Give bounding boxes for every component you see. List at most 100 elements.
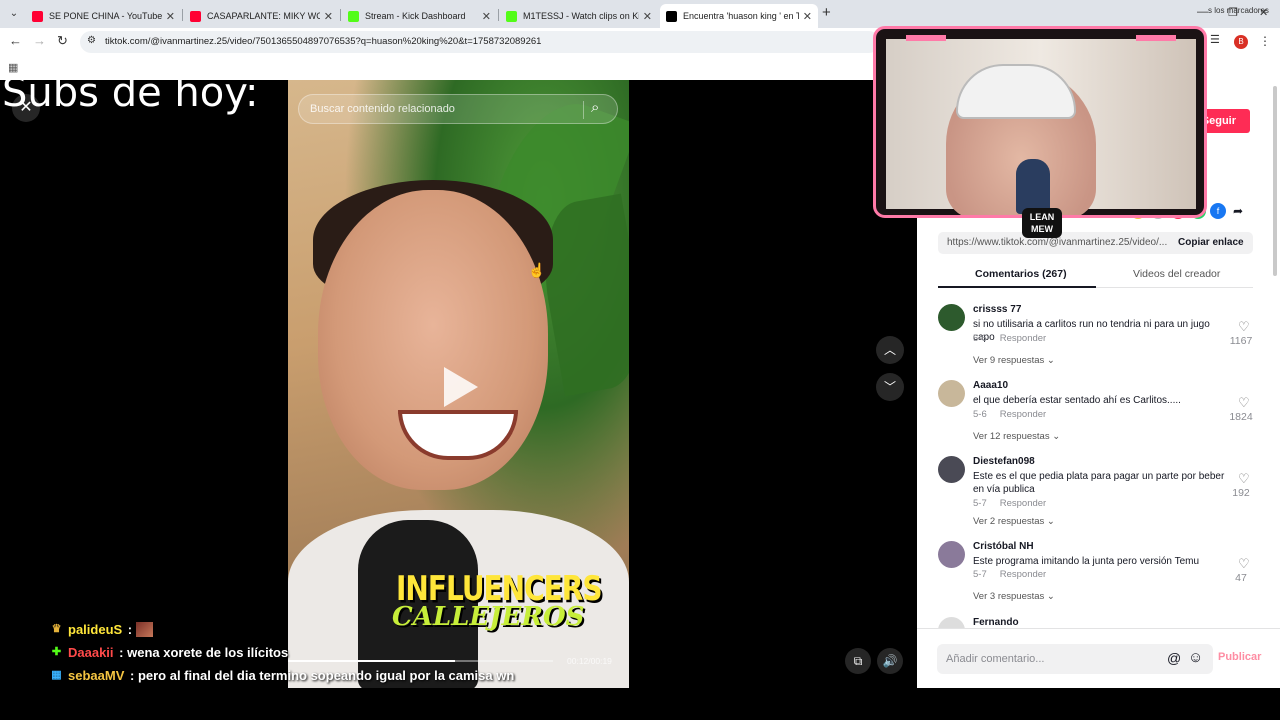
copy-link-button[interactable]: Copiar enlace: [1178, 237, 1244, 248]
comment-author[interactable]: Cristóbal NH: [973, 541, 1034, 552]
view-replies-button[interactable]: Ver 3 respuestas ⌄: [973, 591, 1055, 602]
stream-subs-overlay: Subs de hoy:: [2, 70, 259, 116]
tab-youtube-1[interactable]: SE PONE CHINA - YouTube ✕: [26, 4, 181, 28]
reply-button[interactable]: Responder: [1000, 409, 1046, 420]
reply-button[interactable]: Responder: [1000, 569, 1046, 580]
like-count: 192: [1232, 487, 1250, 499]
crown-badge-icon: ♛: [51, 623, 62, 635]
tab-creator-videos[interactable]: Videos del creador: [1133, 268, 1220, 280]
comment-author[interactable]: Fernando: [973, 617, 1019, 628]
heart-icon[interactable]: ♡: [1238, 471, 1250, 487]
view-replies-label: Ver 12 respuestas: [973, 431, 1050, 442]
tiktok-icon: [666, 10, 677, 22]
view-replies-button[interactable]: Ver 9 respuestas ⌄: [973, 355, 1055, 366]
video-player[interactable]: Buscar contenido relacionado ⌕ INFLUENCE…: [288, 80, 629, 688]
tab-title: CASAPARLANTE: MIKY WOODZ: [207, 11, 320, 21]
forward-share-icon[interactable]: ➦: [1230, 203, 1246, 219]
reply-button[interactable]: Responder: [1000, 333, 1046, 344]
webcam-overlay: [873, 26, 1207, 218]
mouse-cursor-icon: ☝: [528, 262, 546, 278]
tab-title: M1TESSJ - Watch clips on Kick: [523, 11, 639, 21]
emoji-icon[interactable]: ☺: [1188, 649, 1203, 666]
comment-input[interactable]: Añadir comentario... @ ☺: [937, 644, 1213, 674]
comment-text: el que debería estar sentado ahí es Carl…: [973, 395, 1181, 406]
tab-youtube-2[interactable]: CASAPARLANTE: MIKY WOODZ ✕: [184, 4, 339, 28]
tab-kick-clips[interactable]: M1TESSJ - Watch clips on Kick ✕: [500, 4, 658, 28]
avatar[interactable]: [938, 304, 965, 331]
heart-icon[interactable]: ♡: [1238, 319, 1250, 335]
active-tab-underline: [938, 286, 1096, 288]
previous-video-icon[interactable]: ︿: [876, 336, 904, 364]
profile-avatar[interactable]: B: [1234, 35, 1248, 49]
emote-icon: [136, 622, 154, 637]
tab-comments[interactable]: Comentarios (267): [975, 268, 1067, 280]
reply-button[interactable]: Responder: [1000, 498, 1046, 509]
new-tab-button[interactable]: +: [822, 4, 831, 21]
minimize-icon[interactable]: —: [1197, 6, 1208, 18]
comment-item: Diestefan098 Este es el que pedia plata …: [938, 456, 1258, 536]
heart-icon[interactable]: ♡: [1238, 556, 1250, 572]
tab-title: Encuentra 'huason king ' en Tik: [683, 11, 799, 21]
webcam-frame-decor: [906, 35, 946, 41]
volume-icon[interactable]: 🔊: [877, 648, 903, 674]
close-tab-icon[interactable]: ✕: [643, 10, 652, 23]
extensions-icon[interactable]: ☰: [1210, 33, 1220, 46]
address-bar[interactable]: ⚙ tiktok.com/@ivanmartinez.25/video/7501…: [80, 31, 880, 53]
comment-author[interactable]: Diestefan098: [973, 456, 1035, 467]
all-bookmarks-label[interactable]: s los marcadores: [1208, 6, 1269, 15]
tab-title: SE PONE CHINA - YouTube: [49, 11, 162, 21]
avatar[interactable]: [938, 456, 965, 483]
comment-text: Este programa imitando la junta pero ver…: [973, 556, 1200, 567]
forward-icon[interactable]: →: [33, 33, 46, 48]
tab-search-button[interactable]: ⌄: [4, 4, 24, 24]
kick-icon: [348, 10, 359, 22]
view-replies-button[interactable]: Ver 2 respuestas ⌄: [973, 516, 1055, 527]
menu-icon[interactable]: ⋮: [1259, 34, 1271, 48]
post-button[interactable]: Publicar: [1218, 651, 1261, 663]
chat-text: pero al final del dia termino sopeando i…: [137, 668, 515, 683]
youtube-icon: [32, 10, 43, 22]
avatar[interactable]: [938, 541, 965, 568]
comment-author[interactable]: crissss 77: [973, 304, 1021, 315]
close-tab-icon[interactable]: ✕: [482, 10, 491, 23]
related-search-input[interactable]: Buscar contenido relacionado ⌕: [298, 94, 618, 124]
search-divider: [583, 101, 584, 119]
tab-divider: [340, 9, 341, 21]
comment-meta: 5-6 Responder: [973, 409, 1046, 420]
close-tab-icon[interactable]: ✕: [166, 10, 175, 23]
facebook-icon[interactable]: f: [1210, 203, 1226, 219]
play-icon[interactable]: [444, 367, 478, 407]
close-tab-icon[interactable]: ✕: [803, 10, 812, 23]
next-video-icon[interactable]: ﹀: [876, 373, 904, 401]
streamer-microphone: [1016, 159, 1050, 214]
back-icon[interactable]: ←: [9, 33, 22, 48]
like-count: 1167: [1229, 335, 1253, 347]
comment-item: Aaaa10 el que debería estar sentado ahí …: [938, 380, 1258, 450]
tab-strip: ⌄ SE PONE CHINA - YouTube ✕ CASAPARLANTE…: [0, 0, 1280, 28]
view-replies-button[interactable]: Ver 12 respuestas ⌄: [973, 431, 1060, 442]
avatar[interactable]: [938, 380, 965, 407]
comment-author[interactable]: Aaaa10: [973, 380, 1008, 391]
scrollbar[interactable]: [1273, 86, 1277, 276]
taskbar-area: [917, 688, 1280, 720]
reload-icon[interactable]: ↻: [57, 33, 68, 49]
chat-message: ♛ palideuS :: [50, 618, 514, 641]
webcam-logo: LEAN MEW: [1022, 208, 1062, 238]
chat-colon: :: [126, 668, 138, 683]
youtube-icon: [190, 10, 201, 22]
mention-icon[interactable]: @: [1167, 650, 1181, 666]
video-timecode: 00:12/00:19: [567, 656, 612, 666]
pip-icon[interactable]: ⧉: [845, 648, 871, 674]
site-info-icon[interactable]: ⚙: [87, 35, 96, 46]
search-icon[interactable]: ⌕: [591, 99, 599, 116]
close-tab-icon[interactable]: ✕: [324, 10, 333, 23]
comment-meta: 5-6 Responder: [973, 333, 1046, 344]
tab-kick-dashboard[interactable]: Stream - Kick Dashboard ✕: [342, 4, 497, 28]
close-icon[interactable]: ✕: [12, 94, 40, 122]
tab-tiktok-active[interactable]: Encuentra 'huason king ' en Tik ✕: [660, 4, 818, 28]
chat-username: Daaakii: [68, 645, 114, 660]
heart-icon[interactable]: ♡: [1238, 395, 1250, 411]
comment-date: 5-7: [973, 498, 987, 509]
chat-username: sebaaMV: [68, 668, 125, 683]
comment-date: 5-6: [973, 333, 987, 344]
